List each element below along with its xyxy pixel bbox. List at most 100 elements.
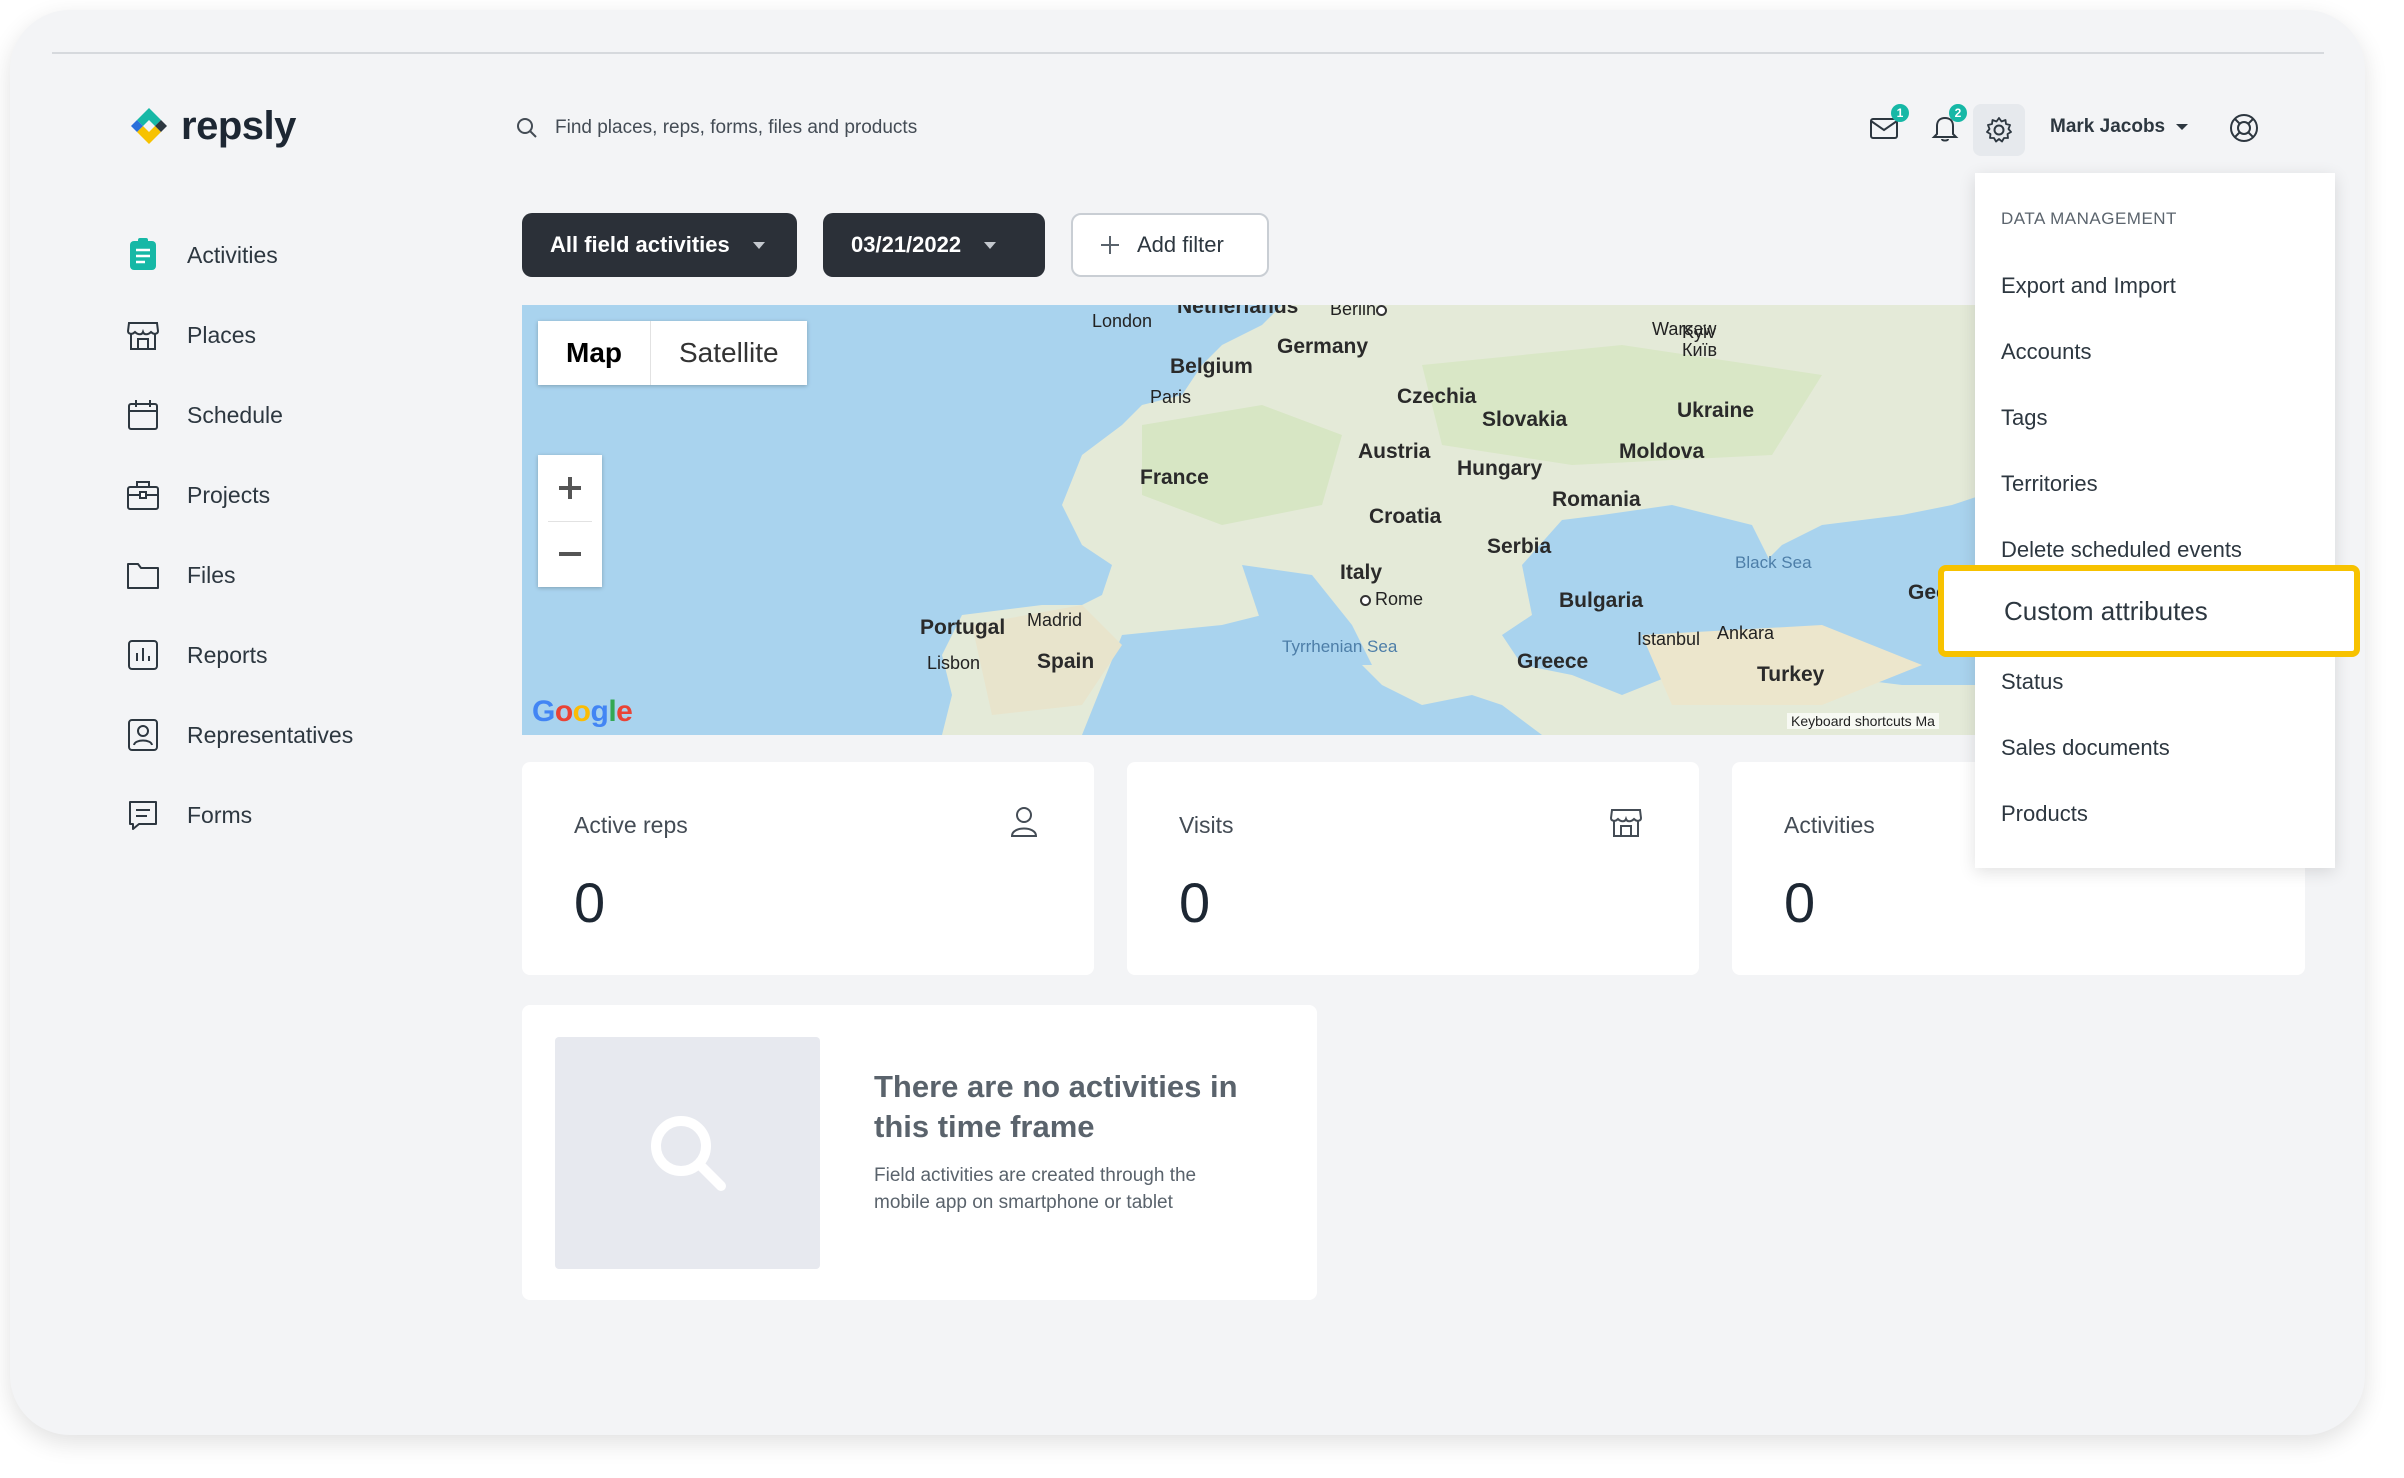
- settings-icon-wrap[interactable]: [1973, 104, 2025, 156]
- map-label-country: Moldova: [1619, 440, 1705, 463]
- user-menu[interactable]: Mark Jacobs: [2050, 116, 2189, 138]
- form-icon: [125, 797, 161, 833]
- empty-state-title: There are no activities in this time fra…: [874, 1069, 1238, 1144]
- map-label-country: France: [1140, 466, 1209, 489]
- sidebar-item-label: Representatives: [187, 721, 354, 748]
- sidebar-item-label: Forms: [187, 801, 253, 828]
- sidebar-item-reports[interactable]: Reports: [125, 615, 353, 695]
- stat-value: 0: [574, 871, 606, 934]
- map-label-city: Ankara: [1717, 623, 1775, 643]
- help-button[interactable]: [2224, 108, 2264, 148]
- sidebar-item-label: Schedule: [187, 401, 283, 428]
- keyboard-shortcuts-link[interactable]: Keyboard shortcuts Ma: [1787, 713, 1939, 729]
- sidebar-item-label: Files: [187, 561, 236, 588]
- menu-item-status[interactable]: Status: [2001, 669, 2063, 695]
- briefcase-icon: [125, 477, 161, 513]
- menu-item-territories[interactable]: Territories: [2001, 471, 2098, 497]
- map-label-city: Madrid: [1027, 610, 1083, 630]
- sidebar-item-files[interactable]: Files: [125, 535, 353, 615]
- menu-item-tags[interactable]: Tags: [2001, 405, 2047, 431]
- activity-map[interactable]: Map Satellite Netherlands Berlin London …: [522, 305, 1982, 735]
- map-type-toggle: Map Satellite: [538, 321, 807, 385]
- dropdown-section-header: DATA MANAGEMENT: [2001, 209, 2177, 228]
- lifebuoy-icon: [2230, 114, 2258, 142]
- map-city-name: Rome: [1375, 589, 1424, 609]
- menu-item-products[interactable]: Products: [2001, 801, 2088, 827]
- stat-title: Active reps: [574, 812, 688, 838]
- add-filter-label: Add filter: [1137, 232, 1224, 257]
- search-icon: [517, 118, 537, 138]
- zoom-divider: [548, 521, 592, 522]
- messages-button[interactable]: 1: [1865, 104, 1909, 148]
- date-filter[interactable]: 03/21/2022: [823, 213, 1045, 277]
- person-badge-icon: [125, 717, 161, 753]
- add-filter-button[interactable]: Add filter: [1071, 213, 1269, 277]
- map-label-country: Hungary: [1457, 457, 1543, 480]
- map-label-city: Berlin: [1330, 305, 1391, 320]
- sidebar-item-representatives[interactable]: Representatives: [125, 695, 353, 775]
- map-label-city: Istanbul: [1637, 629, 1701, 649]
- zoom-out-button[interactable]: [538, 521, 602, 587]
- menu-item-custom-attributes[interactable]: Custom attributes: [1938, 565, 2360, 657]
- city-dot: [1360, 594, 1371, 606]
- keyboard-shortcuts-text: Keyboard shortcuts: [1791, 713, 1912, 729]
- menu-item-accounts[interactable]: Accounts: [2001, 339, 2092, 365]
- menu-item-sales-documents[interactable]: Sales documents: [2001, 735, 2170, 761]
- user-name: Mark Jacobs: [2050, 116, 2166, 137]
- map-label-country: Portugal: [920, 616, 1006, 639]
- map-label-country: Germany: [1277, 335, 1369, 358]
- city-dot: [1376, 305, 1388, 316]
- app-frame: repsly 1 2 Mark Jacobs: [10, 10, 2365, 1435]
- map-label-sea: Tyrrhenian Sea: [1282, 637, 1398, 656]
- sidebar-nav: Activities Places Schedule Projects File…: [125, 215, 353, 855]
- map-label-country: Turkey: [1757, 663, 1825, 686]
- map-label-country: Slovakia: [1482, 408, 1568, 431]
- map-label-country: Belgium: [1170, 355, 1253, 378]
- store-icon: [125, 317, 161, 353]
- sidebar-item-label: Projects: [187, 481, 271, 508]
- menu-item-export-import[interactable]: Export and Import: [2001, 273, 2176, 299]
- map-label-country: Czechia: [1397, 385, 1477, 408]
- repsly-logo-icon: [131, 108, 167, 144]
- sidebar-item-forms[interactable]: Forms: [125, 775, 353, 855]
- global-search: [515, 116, 1077, 140]
- empty-state-illustration: [555, 1037, 820, 1269]
- stat-title: Visits: [1179, 812, 1234, 838]
- sidebar-item-projects[interactable]: Projects: [125, 455, 353, 535]
- person-icon: [1010, 806, 1038, 843]
- sidebar-item-label: Places: [187, 321, 257, 348]
- map-label-city: Lisbon: [927, 653, 981, 673]
- search-input[interactable]: [553, 116, 1077, 140]
- brand-logo[interactable]: repsly: [125, 102, 296, 150]
- magnifier-icon: [650, 1116, 726, 1191]
- stat-card-active-reps: Active reps 0: [522, 762, 1094, 975]
- zoom-control: [538, 455, 602, 587]
- top-divider: [52, 52, 2324, 54]
- activity-type-filter[interactable]: All field activities: [522, 213, 797, 277]
- empty-state-description: Field activities are created through the…: [874, 1165, 1197, 1213]
- map-label-city: Kyiv Київ: [1682, 322, 1718, 360]
- activity-type-label: All field activities: [550, 232, 730, 257]
- messages-badge: 1: [1891, 104, 1909, 122]
- zoom-in-button[interactable]: [538, 455, 602, 521]
- settings-dropdown: DATA MANAGEMENT Export and Import Accoun…: [1975, 173, 2335, 868]
- plus-icon: [559, 477, 581, 499]
- map-label-country: Serbia: [1487, 535, 1552, 558]
- sidebar-item-schedule[interactable]: Schedule: [125, 375, 353, 455]
- map-button[interactable]: Map: [538, 321, 651, 385]
- plus-icon: [1101, 236, 1119, 254]
- sidebar-item-activities[interactable]: Activities: [125, 215, 353, 295]
- map-label-city: London: [1092, 311, 1153, 331]
- date-label: 03/21/2022: [851, 232, 962, 257]
- notifications-button[interactable]: 2: [1925, 104, 1967, 148]
- map-label-country: Croatia: [1369, 505, 1442, 528]
- sidebar-item-places[interactable]: Places: [125, 295, 353, 375]
- sidebar-item-label: Activities: [187, 241, 278, 268]
- gear-icon: [1986, 117, 2012, 143]
- satellite-button[interactable]: Satellite: [651, 321, 807, 385]
- caret-down-icon: [2176, 124, 2189, 130]
- caret-down-icon: [752, 241, 765, 249]
- map-label-country: Spain: [1037, 650, 1095, 673]
- menu-item-delete-scheduled-events[interactable]: Delete scheduled events: [2001, 537, 2242, 563]
- folder-icon: [125, 557, 161, 593]
